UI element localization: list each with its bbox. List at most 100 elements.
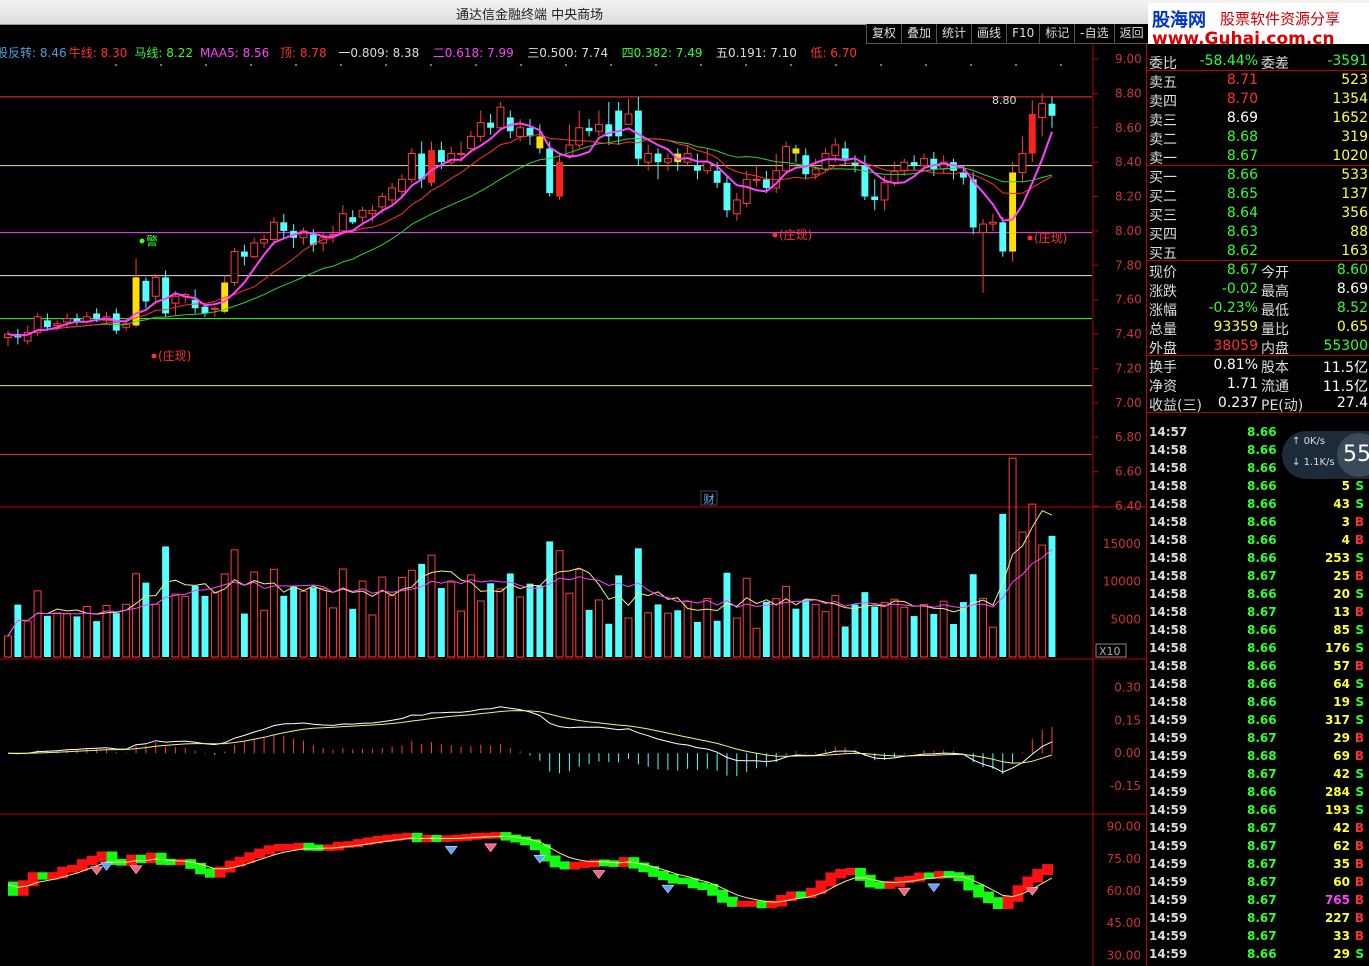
price-axis-label-9: 7.20 [1115,361,1142,375]
candle-body [723,182,731,211]
candle-body [162,277,170,314]
tick-time: 14:58 [1149,641,1188,655]
candle-body [880,182,889,201]
quote-value-2: 8.60 [1336,262,1368,278]
strength-step [726,896,738,907]
toolbar-button-4[interactable]: F10 [1006,24,1040,44]
volume-bar [713,620,721,657]
tick-row: 14:58 8.66 20 S [1147,585,1369,603]
quote-label: 总量 [1149,322,1177,338]
strength-step [746,900,758,907]
kline-chart-area[interactable]: 股反转: 8.46 牛线: 8.30 马线: 8.22 MAA5: 8.56 顶: 8.… [0,44,1146,966]
quote-row: 买五 8.62 163 [1147,242,1369,262]
quote-label: 买四 [1149,227,1177,243]
candle-body [811,168,820,175]
download-speed: ↓ 1.1K/s [1292,457,1335,468]
strength-step [1002,895,1014,910]
upload-speed: ↑ 0K/s [1292,436,1326,447]
tick-time: 14:57 [1149,425,1188,439]
tick-row: 14:58 8.66 4 B [1147,531,1369,549]
tick-time: 14:58 [1149,497,1188,511]
tick-row: 14:59 8.67 62 B [1147,837,1369,855]
candle-body [260,239,269,244]
tick-time: 14:59 [1149,929,1188,943]
warn-dot [139,238,145,244]
strength-step [244,852,256,863]
tick-price: 8.66 [1247,443,1277,457]
tick-price: 8.66 [1247,425,1277,439]
quote-value-2: 1020 [1332,148,1368,164]
toolbar-button-6[interactable]: -自选 [1074,24,1114,44]
strength-step [717,889,728,903]
price-axis-label-12: 6.60 [1115,465,1142,479]
tick-time: 14:58 [1149,587,1188,601]
tick-side: B [1354,875,1364,889]
candle-body [378,196,387,208]
tick-time: 14:58 [1149,605,1188,619]
tick-time: 14:59 [1149,821,1188,835]
toolbar-button-5[interactable]: 标记 [1039,24,1075,44]
tick-volume: 43 [1333,497,1350,511]
candle-body [654,153,662,163]
network-speed-widget[interactable]: ↑ 0K/s ↓ 1.1K/s 55 [1282,431,1369,479]
candle-body [663,158,672,163]
toolbar-button-3[interactable]: 画线 [971,24,1007,44]
volume-axis-label-1: 10000 [1103,575,1141,589]
tick-side: S [1355,803,1364,817]
candle-body [575,127,584,146]
tick-price: 8.67 [1247,911,1277,925]
quote-label-2: 今开 [1261,265,1289,281]
tick-volume: 60 [1333,875,1350,889]
strength-step [874,881,886,889]
toolbar-button-2[interactable]: 统计 [936,24,972,44]
quote-label: 卖二 [1149,132,1177,148]
quote-value: 8.66 [1226,167,1258,183]
quote-value: 0.81% [1213,357,1258,373]
candle-body [871,196,879,200]
strength-step [992,897,1004,910]
marker-dot [205,64,207,66]
candle-body [1018,153,1027,173]
strength-step [37,872,49,880]
candle-body [999,222,1007,252]
volume-bar [546,541,554,657]
toolbar-button-0[interactable]: 复权 [866,24,902,44]
tick-price: 8.67 [1247,839,1277,853]
marker-dot [1060,64,1062,66]
candle-body [53,323,62,326]
tick-time: 14:58 [1149,677,1188,691]
tick-volume: 62 [1333,839,1350,853]
strength-step [283,843,295,851]
volume-bar [861,592,869,657]
candle-body [358,209,367,218]
strength-step [126,854,138,866]
candle-body [841,148,849,159]
quote-value-2: -3591 [1327,53,1368,69]
strength-step [17,880,29,896]
tick-volume: 284 [1324,785,1350,799]
tick-price: 8.67 [1247,767,1277,781]
price-axis-label-0: 9.00 [1115,52,1142,66]
strength-axis-label-0: 90.00 [1107,820,1141,834]
tick-volume: 227 [1324,911,1350,925]
strength-step [264,845,275,855]
toolbar-button-7[interactable]: 返回 [1113,24,1149,44]
volume-bar [792,608,800,657]
tick-volume: 176 [1324,641,1350,655]
tick-time: 14:59 [1149,947,1188,961]
candle-body [782,146,791,172]
marker-dot [655,64,657,66]
toolbar-button-1[interactable]: 叠加 [901,24,937,44]
quote-value-2: 1652 [1332,110,1368,126]
candle-body [437,150,445,163]
tick-time: 14:59 [1149,893,1188,907]
quote-label: 卖五 [1149,75,1177,91]
price-axis-label-10: 7.00 [1115,396,1142,410]
candle-body [644,153,653,163]
candle-body [624,113,633,125]
tick-row: 14:58 8.66 5 S [1147,477,1369,495]
strength-step [549,855,561,868]
volume-unit: X10 [1099,645,1121,658]
candle-body [457,153,466,156]
macd-axis-label-3: -0.15 [1110,779,1141,793]
